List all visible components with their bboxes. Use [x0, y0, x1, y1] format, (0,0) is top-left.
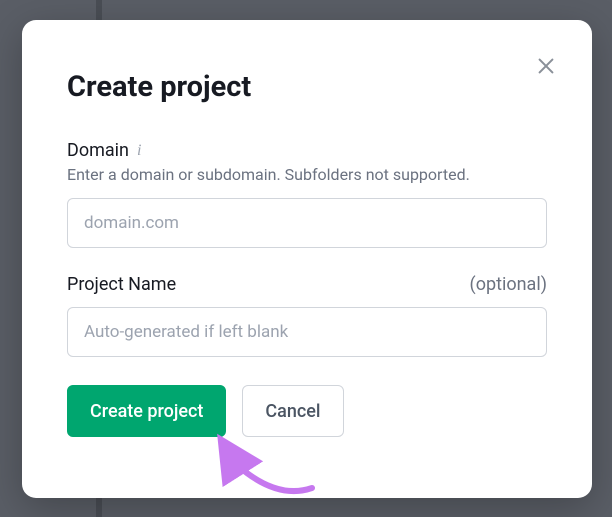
domain-field-group: Domain i Enter a domain or subdomain. Su… — [67, 140, 547, 248]
optional-label: (optional) — [470, 274, 547, 295]
close-button[interactable] — [530, 50, 562, 82]
close-icon — [535, 55, 557, 77]
create-project-modal: Create project Domain i Enter a domain o… — [22, 20, 592, 498]
project-name-label: Project Name — [67, 274, 176, 295]
modal-title: Create project — [67, 70, 547, 104]
create-project-button[interactable]: Create project — [67, 385, 226, 437]
annotation-arrow — [202, 430, 332, 510]
domain-help-text: Enter a domain or subdomain. Subfolders … — [67, 165, 547, 184]
project-name-input[interactable] — [67, 307, 547, 357]
info-icon[interactable]: i — [137, 143, 141, 159]
cancel-button[interactable]: Cancel — [242, 385, 343, 437]
domain-input[interactable] — [67, 198, 547, 248]
button-row: Create project Cancel — [67, 385, 547, 437]
project-name-field-group: Project Name (optional) — [67, 274, 547, 357]
domain-label: Domain — [67, 140, 129, 161]
